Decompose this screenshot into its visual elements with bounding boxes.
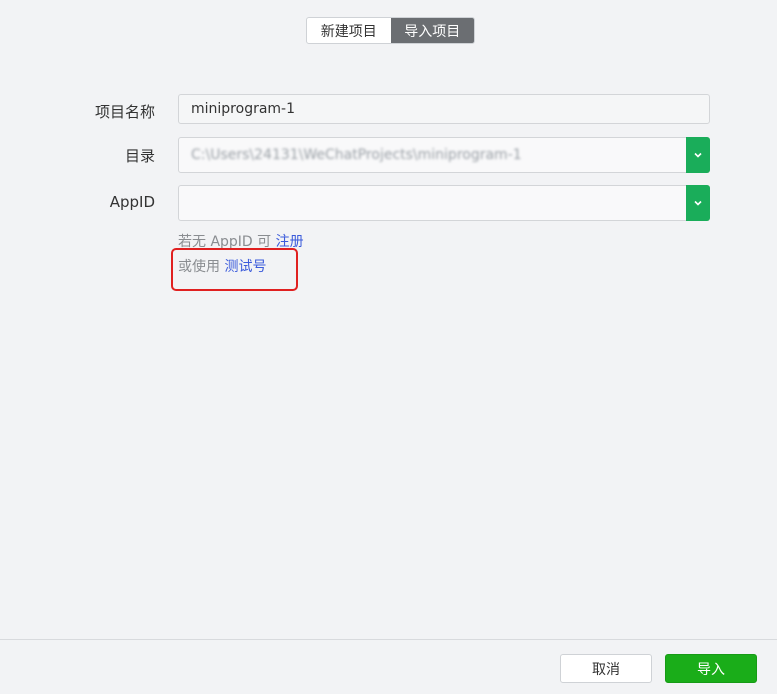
project-type-tabs: 新建项目 导入项目 [306, 17, 475, 44]
directory-dropdown-button[interactable] [686, 137, 710, 173]
tab-new-project[interactable]: 新建项目 [307, 18, 391, 43]
project-name-value: miniprogram-1 [191, 101, 296, 117]
project-name-input[interactable]: miniprogram-1 [178, 94, 710, 124]
annotation-highlight-box [171, 248, 298, 291]
appid-dropdown-button[interactable] [686, 185, 710, 221]
chevron-down-icon [694, 200, 702, 206]
dialog-footer: 取消 导入 [0, 639, 777, 694]
directory-value: C:\Users\24131\WeChatProjects\miniprogra… [191, 147, 522, 163]
cancel-button[interactable]: 取消 [560, 654, 652, 683]
chevron-down-icon [694, 152, 702, 158]
directory-label: 目录 [124, 147, 155, 165]
import-button[interactable]: 导入 [665, 654, 757, 683]
appid-select[interactable] [178, 185, 710, 221]
directory-select[interactable]: C:\Users\24131\WeChatProjects\miniprogra… [178, 137, 710, 173]
tab-import-project[interactable]: 导入项目 [390, 18, 474, 43]
appid-label: AppID [109, 193, 155, 211]
project-name-label: 项目名称 [94, 103, 155, 121]
